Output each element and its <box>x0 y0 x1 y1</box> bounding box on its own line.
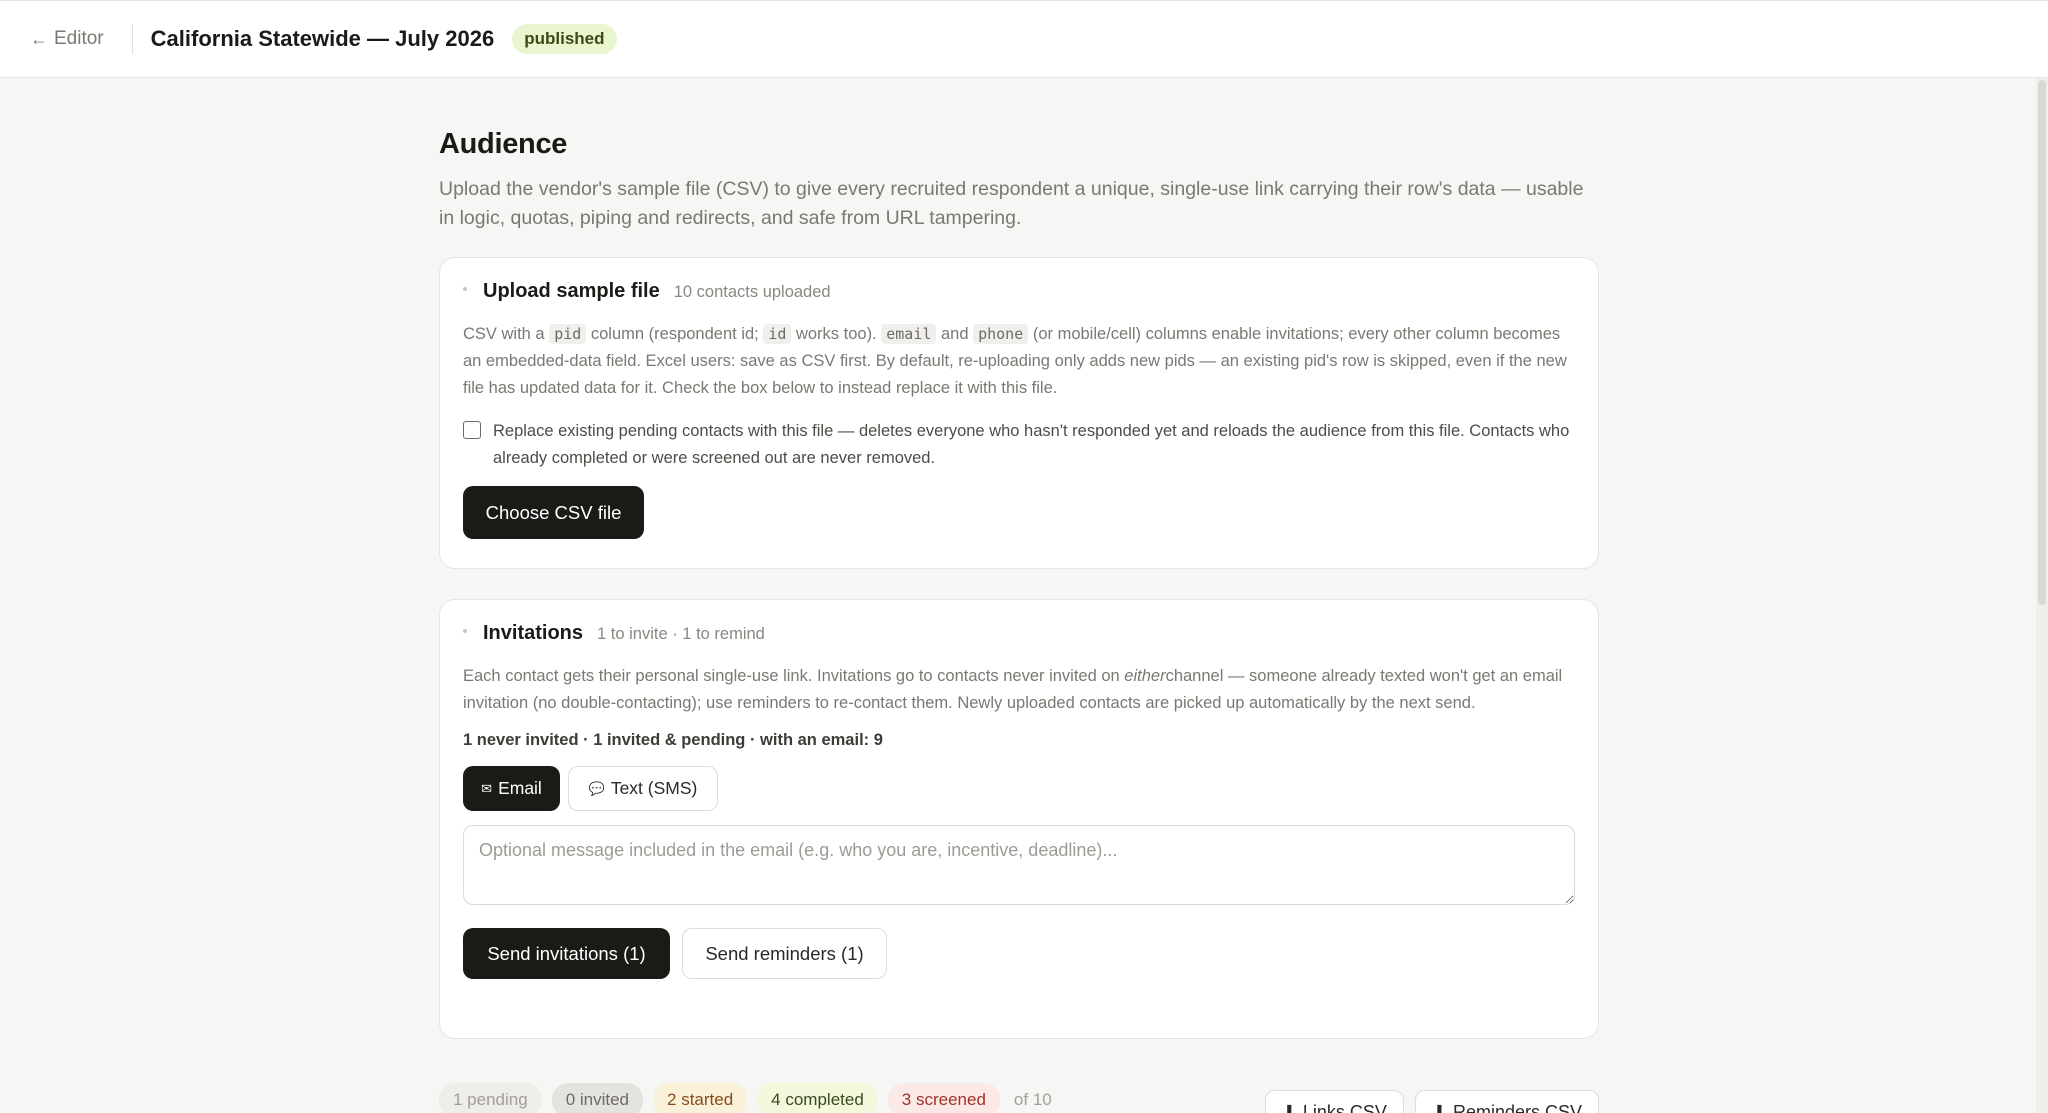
text-fragment: Each contact gets their personal single-… <box>463 667 1125 685</box>
links-csv-label: Links CSV <box>1302 1101 1387 1113</box>
upload-card-header: Upload sample file 10 contacts uploaded <box>463 280 1575 303</box>
send-reminders-button[interactable]: Send reminders (1) <box>682 928 887 979</box>
channel-sms-label: Text (SMS) <box>610 778 698 798</box>
invitations-card-header: Invitations 1 to invite · 1 to remind <box>463 622 1575 645</box>
download-icon: ⬇ <box>1431 1101 1447 1113</box>
replace-contacts-label[interactable]: Replace existing pending contacts with t… <box>493 418 1575 472</box>
invitations-card: Invitations 1 to invite · 1 to remind Ea… <box>439 599 1599 1039</box>
code-phone: phone <box>973 324 1029 344</box>
status-chip-invited[interactable]: 0 invited <box>551 1083 644 1113</box>
scrollbar-thumb[interactable] <box>2038 80 2046 605</box>
topbar-divider <box>131 24 133 54</box>
speech-bubble-icon: 💬 <box>588 780 605 796</box>
optional-message-input[interactable] <box>463 825 1575 905</box>
invitations-instructions: Each contact gets their personal single-… <box>463 663 1575 717</box>
choose-csv-button[interactable]: Choose CSV file <box>463 486 644 539</box>
survey-title: California Statewide — July 2026 <box>150 26 495 51</box>
arrow-left-icon: ← <box>30 28 48 49</box>
text-fragment: column (respondent id; <box>586 325 764 343</box>
upload-sample-card: Upload sample file 10 contacts uploaded … <box>439 257 1599 569</box>
contacts-uploaded-count: 10 contacts uploaded <box>673 283 831 301</box>
invite-remind-count: 1 to invite · 1 to remind <box>597 625 765 643</box>
status-chip-started[interactable]: 2 started <box>653 1083 748 1113</box>
total-contacts: of 10 <box>1013 1090 1052 1109</box>
reminders-csv-button[interactable]: ⬇ Reminders CSV <box>1414 1090 1599 1113</box>
channel-email-label: Email <box>498 778 542 798</box>
code-pid: pid <box>549 324 587 344</box>
bullet-dot-icon <box>463 287 467 291</box>
download-icon: ⬇ <box>1281 1101 1297 1113</box>
top-bar: ← Editor California Statewide — July 202… <box>0 0 2048 78</box>
channel-sms-button[interactable]: 💬 Text (SMS) <box>568 766 718 811</box>
status-chip-completed[interactable]: 4 completed <box>757 1083 878 1113</box>
replace-option-row: Replace existing pending contacts with t… <box>463 418 1575 472</box>
code-id: id <box>763 324 792 344</box>
page-description: Upload the vendor's sample file (CSV) to… <box>439 178 1584 229</box>
text-fragment: works too). <box>791 325 882 343</box>
bullet-dot-icon <box>463 629 467 633</box>
envelope-icon: ✉ <box>481 780 493 796</box>
status-chip-pending[interactable]: 1 pending <box>439 1083 542 1113</box>
replace-contacts-checkbox[interactable] <box>463 421 481 439</box>
text-fragment: CSV with a <box>463 325 550 343</box>
status-summary-row: 1 pending 0 invited 2 started 4 complete… <box>439 1078 1599 1113</box>
links-csv-button[interactable]: ⬇ Links CSV <box>1264 1090 1404 1113</box>
invitations-card-title: Invitations <box>483 622 584 644</box>
main-content: Audience Upload the vendor's sample file… <box>439 78 1599 1039</box>
status-chip-screened[interactable]: 3 screened <box>887 1083 1000 1113</box>
upload-instructions: CSV with a pid column (respondent id; id… <box>463 321 1575 402</box>
code-email: email <box>881 324 937 344</box>
back-to-editor-link[interactable]: ← Editor <box>30 28 104 50</box>
status-badge: published <box>512 24 617 54</box>
page-title: Audience <box>439 128 568 160</box>
upload-card-title: Upload sample file <box>483 280 660 302</box>
send-invitations-button[interactable]: Send invitations (1) <box>463 928 670 979</box>
channel-email-button[interactable]: ✉ Email <box>463 766 560 811</box>
emphasis-either: either <box>1124 667 1166 685</box>
channel-toggle: ✉ Email 💬 Text (SMS) <box>463 766 1575 811</box>
invitation-stats: 1 never invited · 1 invited & pending · … <box>463 731 883 749</box>
text-fragment: and <box>936 325 974 343</box>
reminders-csv-label: Reminders CSV <box>1452 1101 1582 1113</box>
send-actions: Send invitations (1) Send reminders (1) <box>463 928 1575 979</box>
back-label: Editor <box>54 28 104 49</box>
